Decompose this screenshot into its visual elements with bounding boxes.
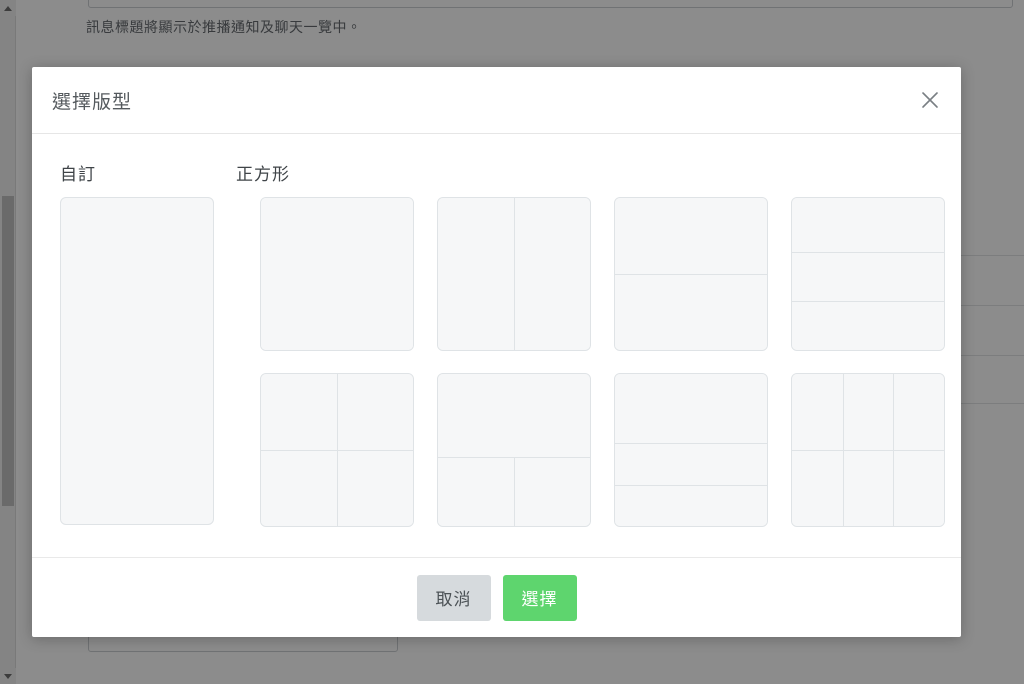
template-cell [261,198,413,350]
template-cell [842,450,894,526]
dialog-body: 自訂 正方形 [32,134,961,557]
template-cell [438,456,514,526]
cancel-button[interactable]: 取消 [416,574,491,621]
template-cell [615,274,767,350]
template-square-3x2-grid[interactable] [791,373,945,527]
template-cell [893,450,944,526]
dialog-title: 選擇版型 [52,91,133,113]
template-cell [615,198,767,274]
close-button[interactable] [913,83,947,117]
dialog-header: 選擇版型 [32,67,961,134]
template-square-3-rows[interactable] [791,197,945,351]
template-cell [261,374,337,450]
square-template-column [260,197,945,527]
template-cell [615,485,767,526]
template-square-2x2-grid[interactable] [260,373,414,527]
custom-template-column [60,197,236,527]
template-cell [337,450,413,526]
app-root: 訊息標題將顯示於推播通知及聊天一覽中。 選擇版型 自訂 正方形 取消 選擇 [0,0,1024,684]
template-square-2-columns[interactable] [437,197,591,351]
template-cell [792,198,944,252]
close-icon [922,92,938,108]
template-square-big-plus-2thin[interactable] [614,373,768,527]
template-area [60,197,945,527]
template-square-2-rows[interactable] [614,197,768,351]
section-label-custom: 自訂 [60,165,96,184]
confirm-button[interactable]: 選擇 [502,574,577,621]
template-cell [514,198,590,350]
template-picker-dialog: 選擇版型 自訂 正方形 取消 選擇 [32,67,961,637]
template-cell [792,251,944,301]
template-cell [615,374,767,443]
template-cell [261,450,337,526]
template-cell [438,198,514,350]
template-cell [842,374,894,450]
template-square-1-full[interactable] [260,197,414,351]
template-cell [792,450,843,526]
template-cell [893,374,944,450]
template-cell [337,374,413,450]
template-cell [792,374,843,450]
template-cell [438,374,590,457]
square-template-grid [260,197,945,527]
template-custom-blank[interactable] [60,197,214,525]
section-label-square: 正方形 [236,165,290,184]
section-label-row: 自訂 正方形 [60,160,933,185]
template-square-top-plus-2[interactable] [437,373,591,527]
template-cell [615,442,767,486]
template-cell [792,300,944,350]
dialog-footer: 取消 選擇 [32,557,961,637]
template-cell [514,456,590,526]
